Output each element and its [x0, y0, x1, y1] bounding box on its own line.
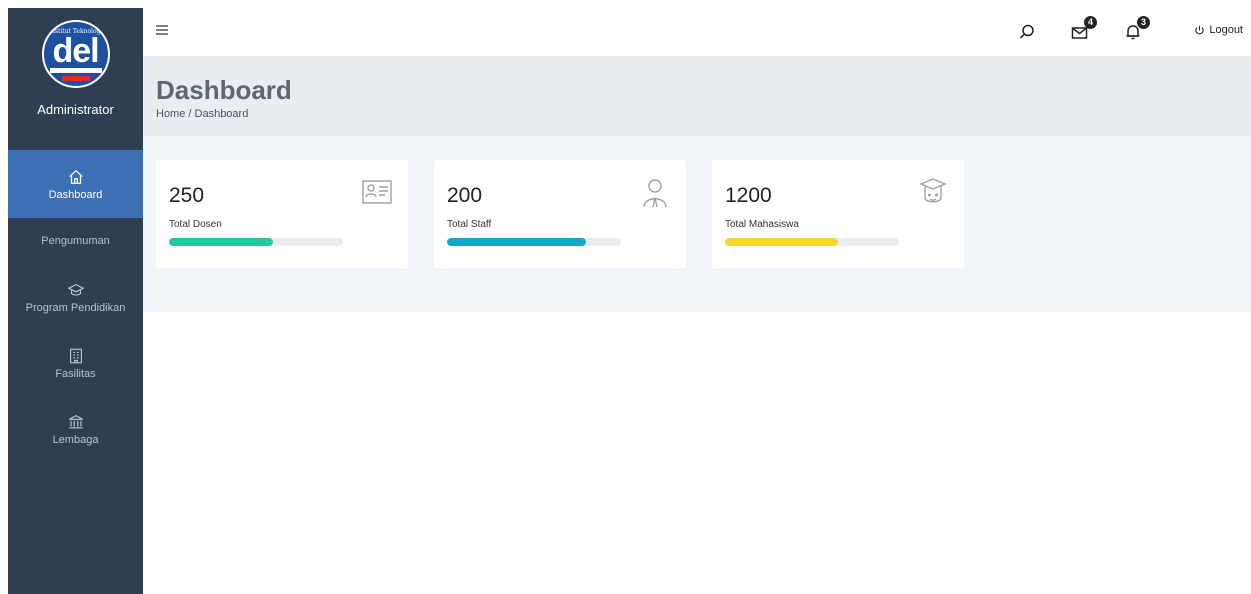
progress-fill: [725, 238, 839, 246]
stat-value: 250: [169, 184, 205, 207]
messages-badge: 4: [1084, 16, 1097, 29]
stat-value: 1200: [725, 184, 772, 207]
sidebar-item-label: Dashboard: [48, 188, 103, 201]
sidebar-item-label: Fasilitas: [55, 367, 96, 380]
stat-label: Total Mahasiswa: [725, 219, 799, 230]
topbar: 4 3 Logout: [143, 8, 1251, 57]
progress-fill: [169, 238, 274, 246]
notifications-button[interactable]: 3: [1123, 16, 1150, 42]
progress-track: [725, 238, 899, 246]
notifications-badge: 3: [1137, 16, 1150, 29]
breadcrumb: Home / Dashboard: [156, 108, 249, 120]
graduation-cap-icon: [66, 283, 85, 296]
progress-track: [447, 238, 621, 246]
hamburger-icon[interactable]: [155, 23, 169, 37]
sidebar-item-dashboard[interactable]: Dashboard: [8, 150, 143, 218]
power-icon: [1195, 25, 1205, 34]
stat-card-dosen: 250 Total Dosen: [156, 160, 408, 268]
sidebar-item-label: Lembaga: [52, 433, 99, 446]
stat-label: Total Dosen: [169, 219, 222, 230]
institution-logo: Institut Teknologi del: [41, 20, 110, 88]
progress-track: [169, 238, 343, 246]
brand: Institut Teknologi del Administrator: [8, 8, 143, 150]
stat-card-staff: 200 Total Staff: [434, 160, 686, 268]
id-card-icon: [362, 180, 392, 204]
logo-band-red: [61, 76, 90, 81]
institution-icon: [68, 414, 83, 428]
logout-button[interactable]: Logout: [1194, 24, 1243, 36]
logout-label: Logout: [1209, 24, 1243, 36]
sidebar-item-program-pendidikan[interactable]: Program Pendidikan: [8, 264, 143, 330]
logo-band: [49, 68, 102, 73]
page-header: Dashboard Home / Dashboard: [143, 57, 1251, 136]
sidebar-item-label: Program Pendidikan: [25, 301, 126, 314]
app-frame: Institut Teknologi del Administrator Das…: [8, 8, 1251, 594]
stat-value: 200: [447, 184, 483, 207]
building-icon: [69, 348, 82, 363]
stat-card-mahasiswa: 1200 Total Mahasiswa: [712, 160, 964, 268]
home-icon: [68, 169, 83, 184]
dashboard-content: 250 Total Dosen 200 Total Staff 1200 Tot…: [143, 136, 1251, 312]
sidebar: Institut Teknologi del Administrator Das…: [8, 8, 143, 594]
stat-label: Total Staff: [447, 219, 492, 230]
search-icon[interactable]: [1017, 22, 1037, 42]
sidebar-item-lembaga[interactable]: Lembaga: [8, 396, 143, 462]
progress-fill: [447, 238, 587, 246]
user-role: Administrator: [37, 102, 114, 117]
logo-wordmark: del: [52, 32, 99, 70]
student-icon: [919, 178, 947, 203]
user-icon: [643, 179, 667, 208]
messages-button[interactable]: 4: [1070, 16, 1097, 42]
sidebar-item-label: Pengumuman: [41, 235, 110, 247]
sidebar-item-pengumuman[interactable]: Pengumuman: [8, 218, 143, 264]
sidebar-item-fasilitas[interactable]: Fasilitas: [8, 330, 143, 396]
page-title: Dashboard: [156, 75, 292, 105]
